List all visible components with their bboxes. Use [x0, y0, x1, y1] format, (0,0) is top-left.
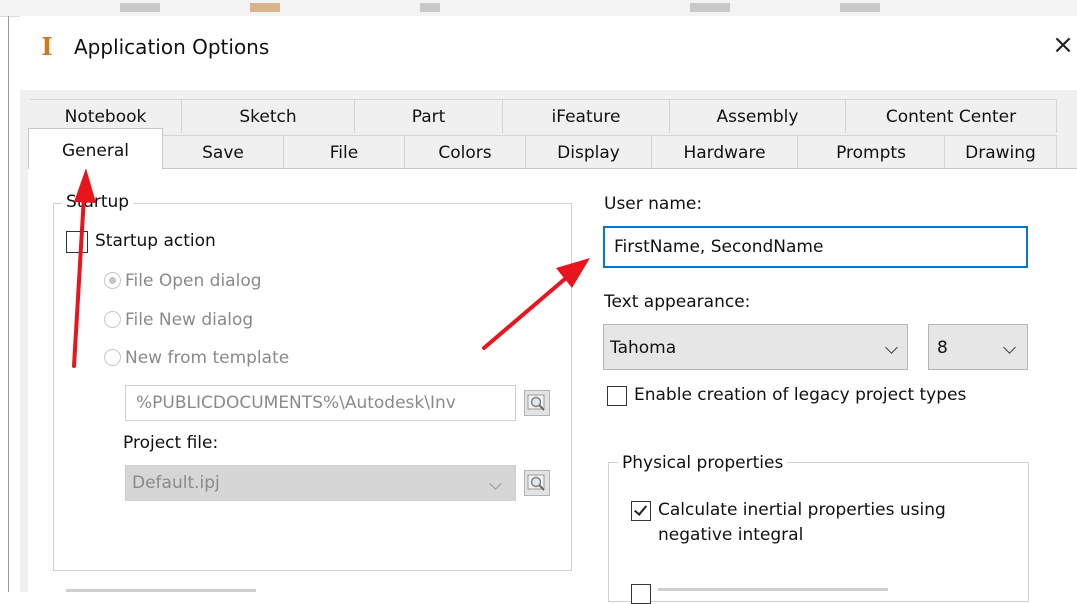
- annotation-arrows: [72, 168, 590, 368]
- red-arrow-icon: [482, 258, 590, 350]
- tab-general[interactable]: General: [28, 128, 163, 169]
- red-arrow-icon: [72, 168, 96, 368]
